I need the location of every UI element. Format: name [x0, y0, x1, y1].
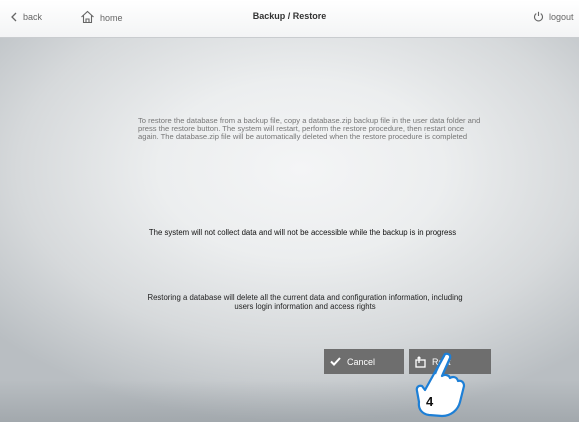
step-number-badge: 4 [426, 394, 434, 409]
restore-instructions-text: To restore the database from a backup fi… [138, 116, 481, 141]
top-bar: back home Backup / Restore logout [0, 0, 579, 38]
restore-warning-text: Restoring a database will delete all the… [147, 293, 463, 311]
cancel-button[interactable]: Cancel [324, 349, 404, 374]
backup-restore-screen: back home Backup / Restore logout To res… [0, 0, 579, 422]
pointing-hand-icon [415, 352, 466, 418]
backup-warning-text: The system will not collect data and wil… [148, 228, 457, 237]
logout-button[interactable]: logout [533, 11, 574, 22]
page-title: Backup / Restore [252, 11, 327, 21]
logout-label: logout [549, 11, 574, 22]
checkmark-icon [330, 357, 341, 366]
bottom-shade [0, 380, 579, 422]
cancel-label: Cancel [347, 356, 376, 367]
power-icon [534, 11, 543, 22]
